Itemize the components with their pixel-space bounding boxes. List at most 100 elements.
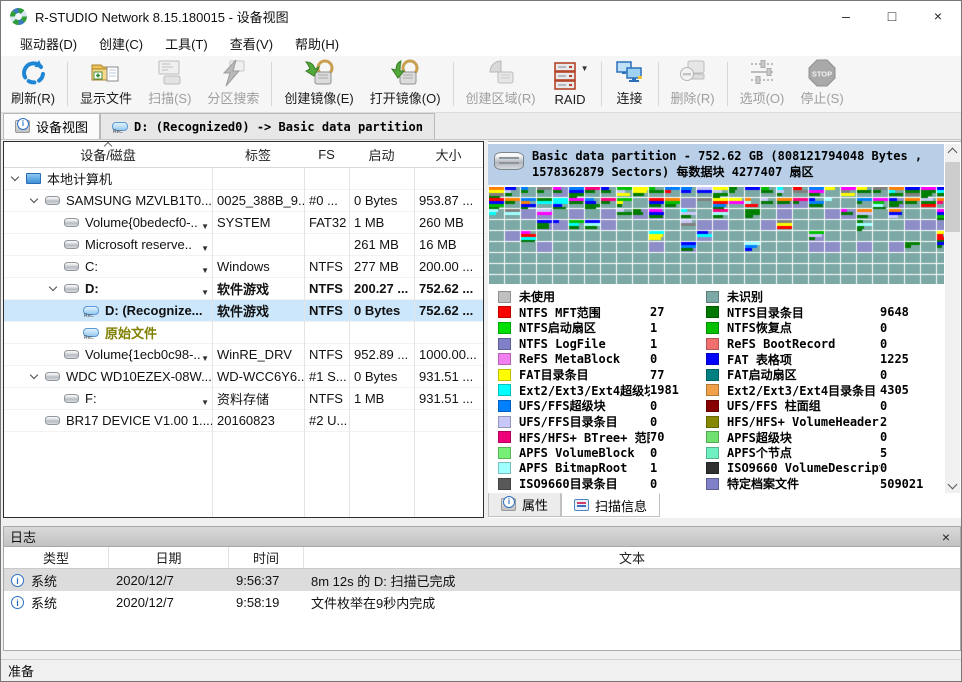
- log-row[interactable]: i系统 2020/12/7 9:56:37 8m 12s 的 D: 扫描已完成: [4, 569, 960, 591]
- legend-label: APFS BitmapRoot: [519, 461, 650, 475]
- stop-button[interactable]: STOP 停止(S): [792, 58, 851, 110]
- tree-row[interactable]: 本地计算机: [4, 168, 483, 190]
- tree-row[interactable]: Volume{0bedecf0-.. ▼ SYSTEM FAT32 1 MB 2…: [4, 212, 483, 234]
- options-button[interactable]: 选项(O): [732, 58, 793, 110]
- legend-item: ReFS BootRecord 0: [706, 336, 944, 352]
- legend-color-swatch: [498, 384, 511, 396]
- tree-row[interactable]: C: ▼ Windows NTFS 277 MB 200.00 ...: [4, 256, 483, 278]
- fs-cell: #2 U...: [304, 413, 349, 428]
- legend-color-swatch: [498, 400, 511, 412]
- fs-cell: #0 ...: [304, 193, 349, 208]
- show-files-button[interactable]: 显示文件: [72, 58, 140, 110]
- tree-row[interactable]: F: ▼ 资料存储 NTFS 1 MB 931.51 ...: [4, 388, 483, 410]
- dropdown-arrow-icon[interactable]: ▼: [201, 266, 209, 274]
- tree-row[interactable]: Volume{1ecb0c98-.. ▼ WinRE_DRV NTFS 952.…: [4, 344, 483, 366]
- scan-button[interactable]: 扫描(S): [140, 58, 199, 110]
- tree-row[interactable]: Microsoft reserve.. ▼ 261 MB 16 MB: [4, 234, 483, 256]
- legend-count: 27: [650, 305, 704, 319]
- scan-block-map[interactable]: [489, 187, 944, 284]
- log-header-type[interactable]: 类型: [4, 547, 109, 568]
- tree-row[interactable]: 原始文件: [4, 322, 483, 344]
- legend-count: 509021: [880, 477, 944, 491]
- log-header-text[interactable]: 文本: [304, 547, 960, 568]
- minimize-button[interactable]: –: [823, 1, 869, 31]
- dropdown-arrow-icon[interactable]: ▼: [201, 398, 209, 406]
- vertical-scrollbar[interactable]: [945, 144, 960, 493]
- log-header-row: 类型 日期 时间 文本: [4, 547, 960, 569]
- legend-count: 77: [650, 368, 704, 382]
- device-name: D:: [85, 281, 99, 296]
- remove-button[interactable]: 删除(R): [663, 58, 723, 110]
- menu-drive[interactable]: 驱动器(D): [9, 31, 88, 56]
- tree-rows: 本地计算机 SAMSUNG MZVLB1T0... 0025_388B_9...…: [4, 168, 483, 432]
- legend-label: ReFS BootRecord: [727, 337, 880, 351]
- scan-info-panel: Basic data partition - 752.62 GB (808121…: [488, 141, 961, 518]
- partition-search-button[interactable]: 分区搜索: [199, 58, 267, 110]
- tab-properties[interactable]: 属性: [488, 493, 561, 517]
- boot-cell: 0 Bytes: [349, 369, 414, 384]
- create-image-button[interactable]: 创建镜像(E): [276, 58, 361, 110]
- stop-icon: STOP: [807, 58, 837, 88]
- device-name: 本地计算机: [47, 169, 112, 188]
- tab-recognized-partition[interactable]: D: (Recognized0) -> Basic data partition: [100, 113, 435, 139]
- legend-item: ISO9660 VolumeDescriptor 0: [706, 461, 944, 477]
- legend-label: UFS/FFS超级块: [519, 397, 650, 414]
- log-header-time[interactable]: 时间: [229, 547, 304, 568]
- device-name: Volume{1ecb0c98-..: [85, 347, 201, 362]
- dropdown-arrow-icon[interactable]: ▼: [201, 244, 209, 252]
- refresh-button[interactable]: 刷新(R): [3, 58, 63, 110]
- header-fs[interactable]: FS: [304, 147, 349, 162]
- legend-count: 1: [650, 461, 704, 475]
- menu-tools[interactable]: 工具(T): [154, 31, 219, 56]
- device-name: SAMSUNG MZVLB1T0...: [66, 193, 212, 208]
- toolbar-separator: [271, 62, 272, 106]
- connect-button[interactable]: 连接: [606, 58, 654, 110]
- menu-view[interactable]: 查看(V): [219, 31, 284, 56]
- legend-color-swatch: [498, 416, 511, 428]
- tree-row[interactable]: D: (Recognize... 软件游戏 NTFS 0 Bytes 752.6…: [4, 300, 483, 322]
- tab-device-view[interactable]: 设备视图: [3, 113, 100, 139]
- log-header-date[interactable]: 日期: [109, 547, 229, 568]
- tree-row[interactable]: SAMSUNG MZVLB1T0... 0025_388B_9... #0 ..…: [4, 190, 483, 212]
- tree-row[interactable]: WDC WD10EZEX-08W... WD-WCC6Y6... #1 S...…: [4, 366, 483, 388]
- scroll-down-icon[interactable]: [948, 480, 958, 490]
- partition-header[interactable]: Basic data partition - 752.62 GB (808121…: [488, 144, 944, 185]
- legend-color-swatch: [498, 431, 511, 443]
- label-cell: 软件游戏: [212, 301, 304, 320]
- partition-header-text: Basic data partition - 752.62 GB (808121…: [532, 148, 938, 180]
- header-device-disk[interactable]: 设备/磁盘: [4, 145, 212, 164]
- create-region-button[interactable]: 创建区域(R): [458, 58, 544, 110]
- scan-legend-left: 未使用 NTFS MFT范围 27 NTFS启动扇区 1 NTFS LogFil…: [498, 289, 704, 492]
- raid-button[interactable]: ▼ RAID: [544, 58, 597, 110]
- header-boot[interactable]: 启动: [349, 145, 414, 164]
- legend-color-swatch: [706, 306, 719, 318]
- log-close-button[interactable]: ×: [938, 529, 954, 545]
- close-button[interactable]: ×: [915, 1, 961, 31]
- chevron-expanded-icon[interactable]: [49, 283, 57, 291]
- legend-item: Ext2/Ext3/Ext4超级块 1981: [498, 383, 704, 399]
- header-size[interactable]: 大小: [414, 145, 483, 164]
- legend-item: APFS VolumeBlock 0: [498, 445, 704, 461]
- log-text: 文件枚举在9秒内完成: [304, 593, 960, 612]
- chevron-expanded-icon[interactable]: [30, 371, 38, 379]
- scan-legend-right: 未识别 NTFS目录条目 9648 NTFS恢复点 0 ReFS BootRec…: [706, 289, 944, 492]
- tree-row[interactable]: D: ▼ 软件游戏 NTFS 200.27 ... 752.62 ...: [4, 278, 483, 300]
- dropdown-arrow-icon[interactable]: ▼: [201, 288, 209, 296]
- log-row[interactable]: i系统 2020/12/7 9:58:19 文件枚举在9秒内完成: [4, 591, 960, 613]
- chevron-expanded-icon[interactable]: [30, 195, 38, 203]
- tree-row[interactable]: BR17 DEVICE V1.00 1.... 20160823 #2 U...: [4, 410, 483, 432]
- chevron-expanded-icon[interactable]: [11, 173, 19, 181]
- tab-scan-information[interactable]: 扫描信息: [561, 493, 660, 517]
- dropdown-arrow-icon[interactable]: ▼: [201, 354, 209, 362]
- open-image-button[interactable]: 打开镜像(O): [362, 58, 449, 110]
- legend-label: HFS/HFS+ VolumeHeader: [727, 415, 880, 429]
- menu-create[interactable]: 创建(C): [88, 31, 154, 56]
- legend-color-swatch: [498, 353, 511, 365]
- scrollbar-thumb[interactable]: [945, 162, 960, 232]
- maximize-button[interactable]: □: [869, 1, 915, 31]
- dropdown-arrow-icon[interactable]: ▼: [201, 222, 209, 230]
- header-label[interactable]: 标签: [212, 145, 304, 164]
- raid-dropdown-icon[interactable]: ▼: [581, 64, 589, 73]
- scroll-up-icon[interactable]: [948, 148, 958, 158]
- menu-help[interactable]: 帮助(H): [284, 31, 350, 56]
